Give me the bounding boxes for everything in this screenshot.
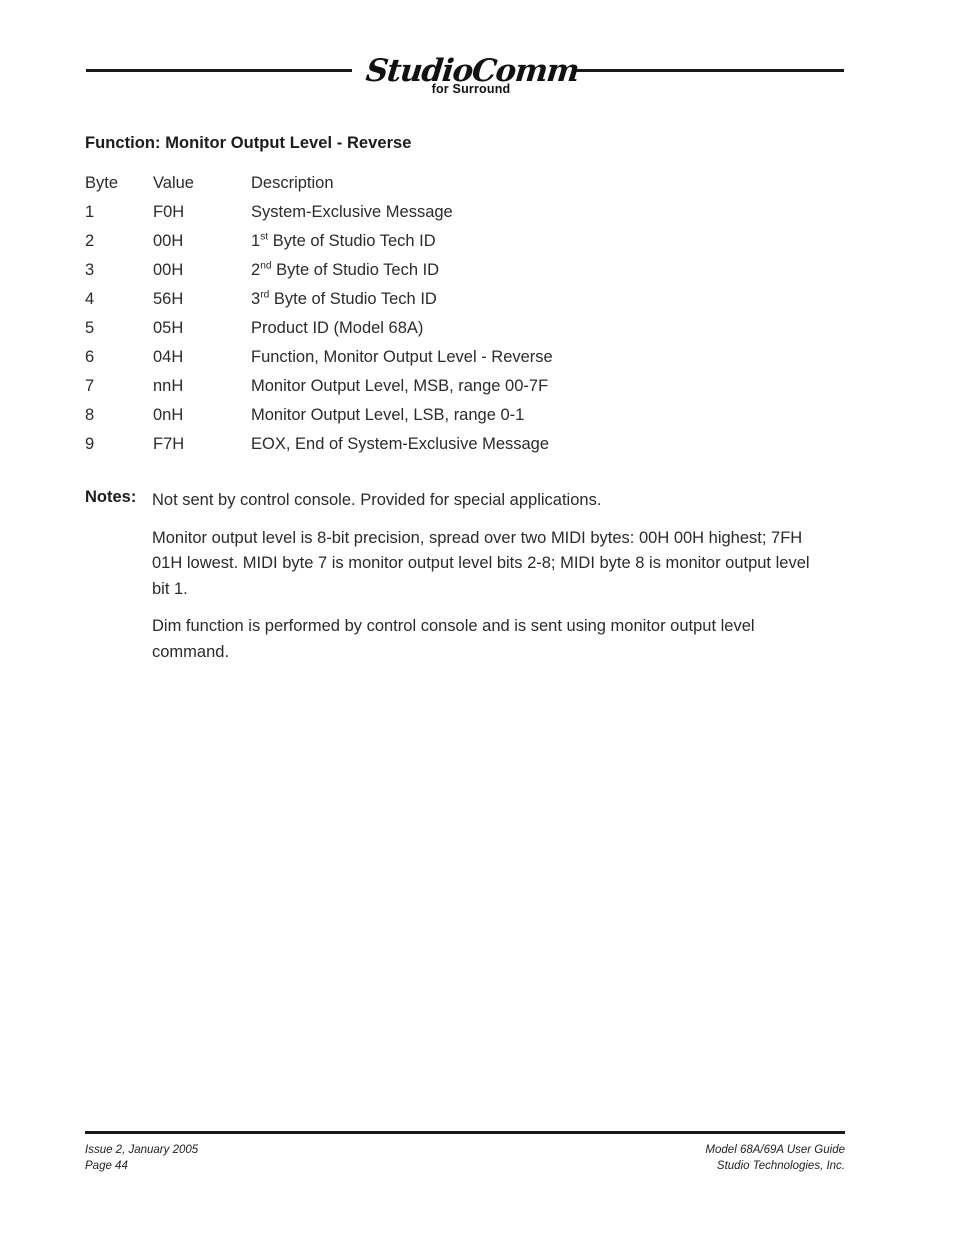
cell-byte: 8 xyxy=(85,406,95,424)
cell-byte: 7 xyxy=(85,377,95,395)
cell-description: 2nd Byte of Studio Tech ID xyxy=(251,256,875,285)
table-row: 1 F0H System-Exclusive Message xyxy=(85,198,875,227)
cell-byte: 2 xyxy=(85,232,95,250)
cell-description: Product ID (Model 68A) xyxy=(251,319,424,337)
note-paragraph: Dim function is performed by control con… xyxy=(152,617,755,661)
cell-byte: 9 xyxy=(85,435,95,453)
notes-label: Notes: xyxy=(85,488,137,506)
table-row: 5 05H Product ID (Model 68A) xyxy=(85,314,875,343)
logo-wordmark: StudioComm xyxy=(364,53,581,89)
footer-left: Issue 2, January 2005 Page 44 xyxy=(85,1142,198,1174)
footer-columns: Issue 2, January 2005 Page 44 Model 68A/… xyxy=(85,1142,845,1174)
cell-value: 04H xyxy=(153,348,184,366)
cell-description: 1st Byte of Studio Tech ID xyxy=(251,227,875,256)
header-rule-left xyxy=(86,69,352,72)
cell-description: 3rd Byte of Studio Tech ID xyxy=(251,285,875,314)
notes-body: Not sent by control console. Provided fo… xyxy=(152,488,875,665)
description-text: Byte of Studio Tech ID xyxy=(269,290,437,308)
page-footer: Issue 2, January 2005 Page 44 Model 68A/… xyxy=(85,1131,845,1174)
table-row: 8 0nH Monitor Output Level, LSB, range 0-1 xyxy=(85,401,875,430)
description-text: Byte of Studio Tech ID xyxy=(268,232,436,250)
cell-value: 56H xyxy=(153,290,184,308)
cell-value: 0nH xyxy=(153,406,184,424)
table-body: 1 F0H System-Exclusive Message 2 00H 1st Byte… xyxy=(85,198,875,459)
cell-value: 05H xyxy=(153,319,184,337)
cell-byte: 4 xyxy=(85,290,95,308)
footer-guide-title: Model 68A/69A User Guide xyxy=(705,1144,845,1156)
ordinal-number: 2 xyxy=(251,261,261,279)
table-row: 3 00H 2nd Byte of Studio Tech ID xyxy=(85,256,875,285)
table-row: 7 nnH Monitor Output Level, MSB, range 00-… xyxy=(85,372,875,401)
column-header-description: Description xyxy=(251,174,334,192)
footer-rule xyxy=(85,1131,845,1134)
footer-page-number: Page 44 xyxy=(85,1160,128,1172)
cell-value: F7H xyxy=(153,435,185,453)
note-paragraph: Monitor output level is 8-bit precision,… xyxy=(152,528,810,598)
page-content: Function: Monitor Output Level - Reverse… xyxy=(85,134,875,665)
cell-description: EOX, End of System-Exclusive Message xyxy=(251,435,550,453)
table-row: 2 00H 1st Byte of Studio Tech ID xyxy=(85,227,875,256)
cell-value: 00H xyxy=(153,232,184,250)
cell-description: System-Exclusive Message xyxy=(251,203,453,221)
cell-byte: 5 xyxy=(85,319,95,337)
header-rule-right xyxy=(576,69,844,72)
table-header: Byte Value Description xyxy=(85,169,875,198)
cell-value: F0H xyxy=(153,203,185,221)
cell-description: Monitor Output Level, MSB, range 00-7F xyxy=(251,377,549,395)
table-header-row: Byte Value Description xyxy=(85,169,875,198)
cell-byte: 6 xyxy=(85,348,95,366)
cell-byte: 3 xyxy=(85,261,95,279)
footer-issue-date: Issue 2, January 2005 xyxy=(85,1144,199,1156)
column-header-value: Value xyxy=(153,174,194,192)
page-header: StudioComm for Surround xyxy=(0,53,954,106)
footer-company: Studio Technologies, Inc. xyxy=(716,1160,845,1172)
ordinal-suffix: nd xyxy=(260,260,272,272)
footer-right: Model 68A/69A User Guide Studio Technolo… xyxy=(705,1142,845,1174)
ordinal-suffix: rd xyxy=(260,289,270,301)
column-header-byte: Byte xyxy=(85,174,119,192)
ordinal-number: 3 xyxy=(251,290,261,308)
table-row: 9 F7H EOX, End of System-Exclusive Message xyxy=(85,430,875,459)
midi-byte-table: Byte Value Description 1 F0H System-Exclus… xyxy=(85,169,875,459)
notes-section: Notes: Not sent by control console. Prov… xyxy=(85,488,875,665)
cell-byte: 1 xyxy=(85,203,95,221)
ordinal-number: 1 xyxy=(251,232,261,250)
table-row: 4 56H 3rd Byte of Studio Tech ID xyxy=(85,285,875,314)
description-text: Byte of Studio Tech ID xyxy=(271,261,440,279)
cell-description: Function, Monitor Output Level - Reverse xyxy=(251,348,553,366)
cell-description: Monitor Output Level, LSB, range 0-1 xyxy=(251,406,525,424)
page-title: Function: Monitor Output Level - Reverse xyxy=(85,134,412,152)
note-paragraph: Not sent by control console. Provided fo… xyxy=(152,491,602,509)
cell-value: 00H xyxy=(153,261,184,279)
ordinal-suffix: st xyxy=(260,231,269,243)
table-row: 6 04H Function, Monitor Output Level - Rev… xyxy=(85,343,875,372)
studiocomm-logo: StudioComm for Surround xyxy=(364,53,581,96)
cell-value: nnH xyxy=(153,377,184,395)
